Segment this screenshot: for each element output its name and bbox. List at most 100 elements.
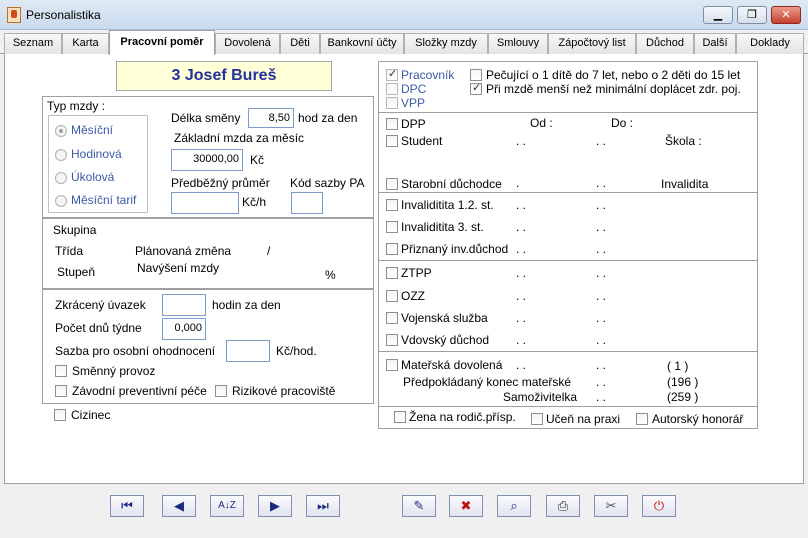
navyseni-percent: % <box>325 268 336 282</box>
separator-2 <box>379 192 757 193</box>
vdovsky-checkbox[interactable] <box>386 334 398 346</box>
zavodni-pece-checkbox[interactable] <box>55 385 67 397</box>
materska-checkbox[interactable] <box>386 359 398 371</box>
tab-duchod[interactable]: Důchod <box>636 33 694 54</box>
pecujici-label: Pečující o 1 dítě do 7 let, nebo o 2 dět… <box>486 68 741 82</box>
tab-karta[interactable]: Karta <box>62 33 109 54</box>
vpp-label: VPP <box>401 96 426 110</box>
predbezny-prumer-label: Předběžný průměr <box>171 176 270 190</box>
radio-ukolova-label: Úkolová <box>71 170 115 184</box>
tab-pracovni-pomer[interactable]: Pracovní poměr <box>109 30 215 55</box>
typ-mzdy-title: Typ mzdy : <box>47 99 106 113</box>
delka-smeny-input[interactable]: 8,50 <box>248 108 294 128</box>
starobni-checkbox[interactable] <box>386 178 398 190</box>
tab-dalsi[interactable]: Další <box>694 33 736 54</box>
starobni-od-dots: . <box>516 176 520 190</box>
zena-checkbox[interactable] <box>394 411 406 423</box>
trida-label: Třída <box>55 244 84 258</box>
zkraceny-uvazek-label: Zkrácený úvazek <box>55 298 146 312</box>
zena-label: Žena na rodič.přísp. <box>409 410 516 424</box>
zkraceny-uvazek-unit: hodin za den <box>212 298 281 312</box>
priznany-od-dots: . . <box>516 242 527 256</box>
radio-ukolova[interactable] <box>55 172 67 184</box>
ozz-od-dots: . . <box>516 289 527 303</box>
ozz-do-dots: . . <box>596 289 607 303</box>
student-checkbox[interactable] <box>386 135 398 147</box>
tools-button[interactable]: ✂ <box>594 495 628 517</box>
separator-4 <box>379 351 757 352</box>
priznany-checkbox[interactable] <box>386 243 398 255</box>
radio-hodinova[interactable] <box>55 149 67 161</box>
last-record-button[interactable]: ⏭ <box>306 495 340 517</box>
ozz-label: OZZ <box>401 289 425 303</box>
vojenska-od-dots: . . <box>516 311 527 325</box>
right-group: Pracovník DPC VPP Pečující o 1 dítě do 7… <box>378 61 758 429</box>
tab-smlouvy[interactable]: Smlouvy <box>488 33 548 54</box>
vpp-checkbox[interactable] <box>386 97 398 109</box>
tab-seznam[interactable]: Seznam <box>4 33 62 54</box>
window-title: Personalistika <box>26 8 101 22</box>
tab-dovolena[interactable]: Dovolená <box>215 33 280 54</box>
radio-mesicni-tarif[interactable] <box>55 195 67 207</box>
sazba-oo-input[interactable] <box>226 340 270 362</box>
tab-deti[interactable]: Děti <box>280 33 320 54</box>
smenny-provoz-checkbox[interactable] <box>55 365 67 377</box>
ztpp-label: ZTPP <box>401 266 432 280</box>
pecujici-checkbox[interactable] <box>470 69 482 81</box>
pri-mzde-checkbox[interactable] <box>470 81 482 95</box>
autorsky-checkbox[interactable] <box>636 413 648 425</box>
pocet-dnu-input[interactable]: 0,000 <box>162 318 206 340</box>
invalidita3-checkbox[interactable] <box>386 221 398 233</box>
print-button[interactable]: ⎙ <box>546 495 580 517</box>
ucen-checkbox[interactable] <box>531 413 543 425</box>
starobni-label: Starobní důchodce <box>401 177 502 191</box>
zakladni-mzda-input[interactable]: 30000,00 <box>171 149 243 171</box>
first-record-button[interactable]: ⏮ <box>110 495 144 517</box>
tab-slozky-mzdy[interactable]: Složky mzdy <box>404 33 488 54</box>
close-button[interactable]: ✕ <box>771 6 801 24</box>
next-record-button[interactable]: ▶ <box>258 495 292 517</box>
power-button[interactable]: ⏻ <box>642 495 676 517</box>
radio-mesicni-tarif-label: Měsíční tarif <box>71 193 137 207</box>
student-od-dots: . . <box>516 134 527 148</box>
prev-record-button[interactable]: ◀ <box>162 495 196 517</box>
pocet-dnu-label: Počet dnů týdne <box>55 321 142 335</box>
rizikove-pracoviste-checkbox[interactable] <box>215 385 227 397</box>
tab-zapoctovy-list[interactable]: Zápočtový list <box>548 33 636 54</box>
stupen-label: Stupeň <box>57 265 96 279</box>
typ-mzdy-group: Typ mzdy : Měsíční Hodinová Úkolová Měsí… <box>42 96 374 218</box>
edit-button[interactable]: ✎ <box>402 495 436 517</box>
ucen-label: Učeň na praxi <box>546 412 621 426</box>
ztpp-do-dots: . . <box>596 266 607 280</box>
predbezny-prumer-input[interactable] <box>171 192 239 214</box>
cizinec-checkbox[interactable] <box>54 409 66 421</box>
delka-smeny-label: Délka směny <box>171 111 241 125</box>
maximize-button[interactable]: ❐ <box>737 6 767 24</box>
materska-do-dots: . . <box>596 358 607 372</box>
employee-name: 3 Josef Bureš <box>116 61 332 91</box>
starobni-do-dots: . . <box>596 176 607 190</box>
ozz-checkbox[interactable] <box>386 290 398 302</box>
dpc-checkbox[interactable] <box>386 83 398 95</box>
vdovsky-od-dots: . . <box>516 333 527 347</box>
pracovnik-checkbox[interactable] <box>386 67 398 81</box>
uvazek-group: Zkrácený úvazek hodin za den Počet dnů t… <box>42 289 374 404</box>
minimize-button[interactable]: ▁ <box>703 6 733 24</box>
tab-doklady[interactable]: Doklady <box>736 33 804 54</box>
find-button[interactable]: ⌕ <box>497 495 531 517</box>
delka-smeny-unit: hod za den <box>298 111 358 125</box>
radio-mesicni[interactable] <box>55 125 67 137</box>
sort-button[interactable]: A↓Z <box>210 495 244 517</box>
vojenska-checkbox[interactable] <box>386 312 398 324</box>
autorsky-label: Autorský honorář <box>652 412 744 426</box>
tab-bankovni-ucty[interactable]: Bankovní účty <box>320 33 404 54</box>
dpp-checkbox[interactable] <box>386 118 398 130</box>
invalidita3-od-dots: . . <box>516 220 527 234</box>
invalidita12-do-dots: . . <box>596 198 607 212</box>
invalidita12-checkbox[interactable] <box>386 199 398 211</box>
ztpp-checkbox[interactable] <box>386 267 398 279</box>
zkraceny-uvazek-input[interactable] <box>162 294 206 316</box>
kod-sazby-input[interactable] <box>291 192 323 214</box>
delete-button[interactable]: ✖ <box>449 495 483 517</box>
do-label: Do : <box>611 116 634 130</box>
